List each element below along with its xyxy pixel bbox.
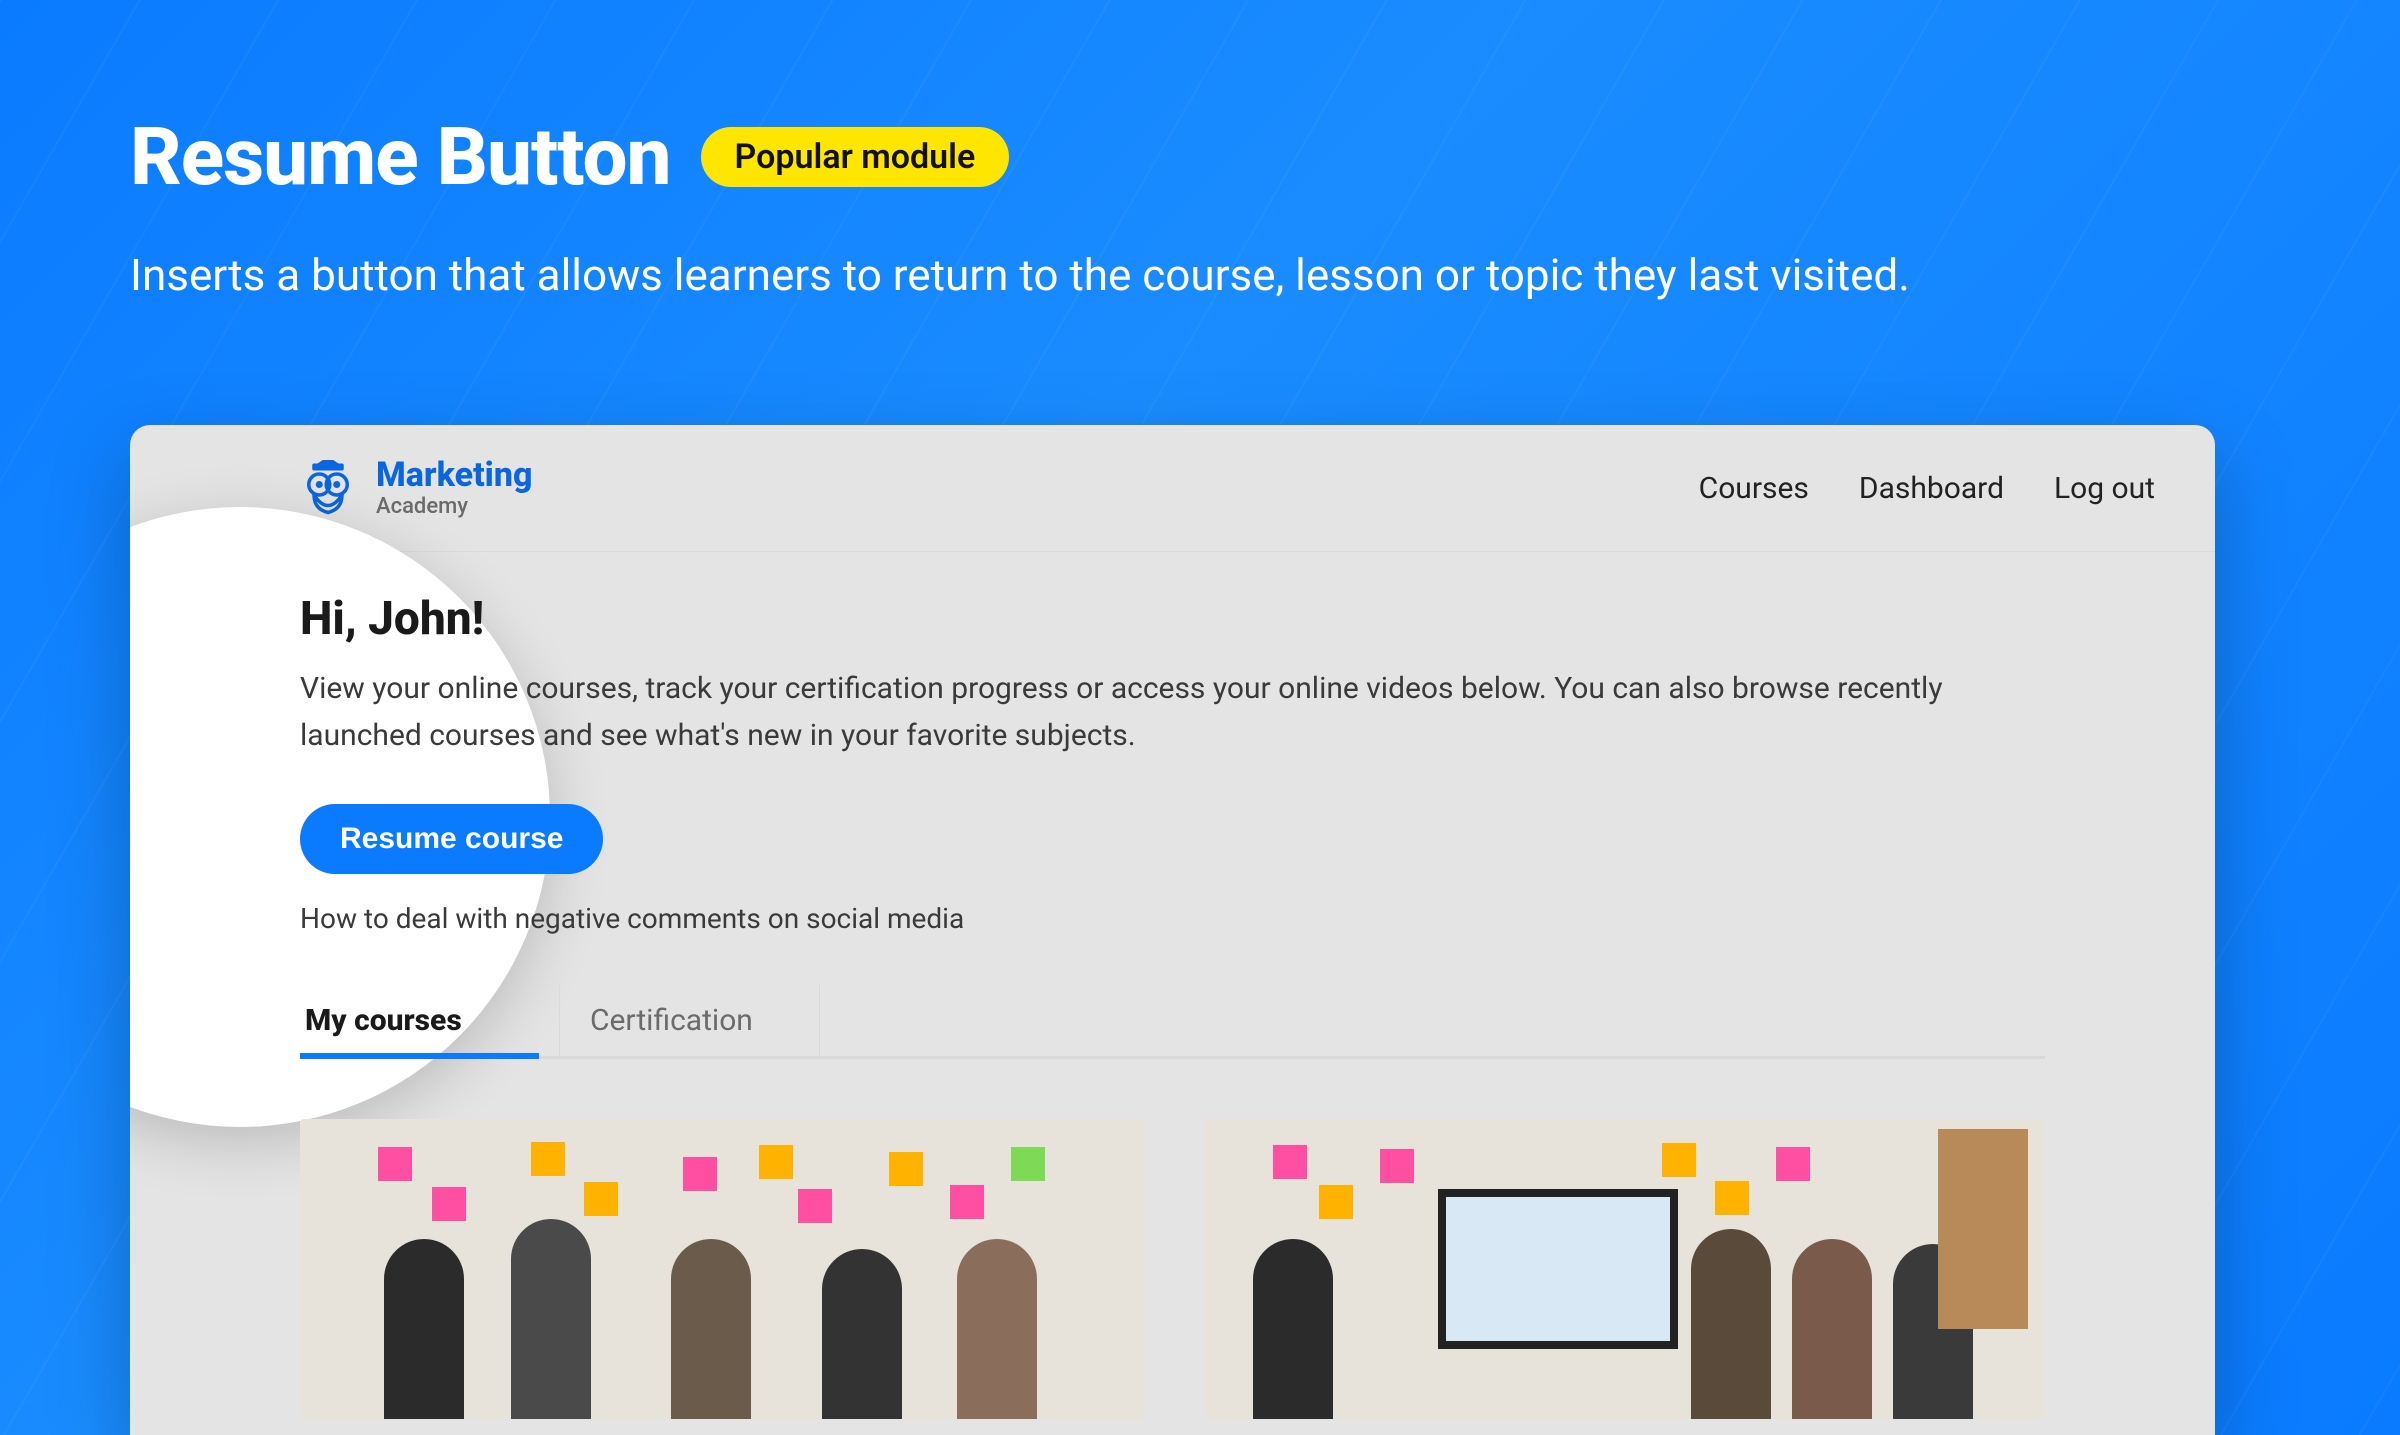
tab-my-courses[interactable]: My courses: [300, 985, 560, 1056]
bookshelf-decor: [1938, 1129, 2028, 1329]
resume-course-button[interactable]: Resume course: [300, 804, 603, 874]
nav-dashboard[interactable]: Dashboard: [1859, 471, 2004, 506]
brand-subtitle: Academy: [376, 495, 532, 519]
monitor-decor: [1438, 1189, 1678, 1349]
nav-logout[interactable]: Log out: [2054, 471, 2155, 506]
hero-subtitle: Inserts a button that allows learners to…: [130, 244, 2080, 308]
popular-module-badge: Popular module: [701, 127, 1010, 187]
owl-logo-icon: [300, 460, 356, 516]
main-nav: Courses Dashboard Log out: [1699, 471, 2155, 506]
dashboard-tabs: My courses Certification: [300, 985, 2045, 1059]
topbar: Marketing Academy Courses Dashboard Log …: [130, 425, 2215, 552]
course-card[interactable]: [300, 1119, 1143, 1419]
greeting: Hi, John!: [300, 592, 2045, 646]
nav-courses[interactable]: Courses: [1699, 471, 1809, 506]
app-window: Marketing Academy Courses Dashboard Log …: [130, 425, 2215, 1435]
hero-title: Resume Button: [130, 110, 671, 204]
tab-certification[interactable]: Certification: [560, 985, 820, 1056]
brand-name: Marketing: [376, 457, 532, 494]
brand[interactable]: Marketing Academy: [300, 457, 532, 519]
course-card[interactable]: [1203, 1119, 2046, 1419]
last-visited-label: How to deal with negative comments on so…: [300, 902, 2045, 935]
dashboard-description: View your online courses, track your cer…: [300, 666, 2000, 759]
